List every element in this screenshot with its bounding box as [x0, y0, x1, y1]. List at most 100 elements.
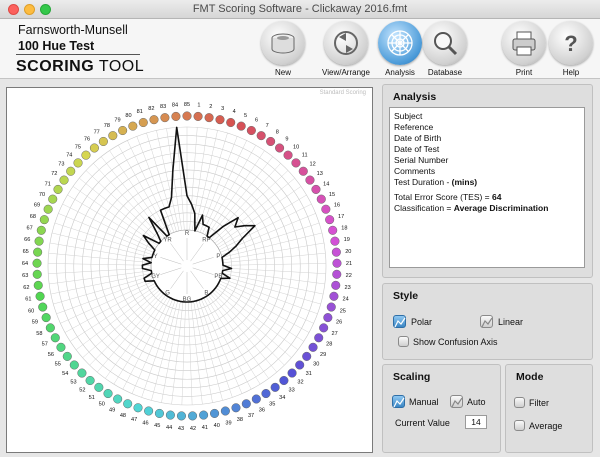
- cap-number-label: 65: [23, 249, 29, 255]
- hue-axis-line: [190, 243, 204, 262]
- hue-cap-38: [231, 403, 241, 413]
- hue-cap-61: [35, 291, 45, 301]
- hue-cap-56: [56, 342, 66, 352]
- cap-number-label: 54: [62, 371, 68, 377]
- hue-cap-4: [226, 117, 236, 128]
- cap-number-label: 36: [259, 408, 265, 414]
- filter-checkbox[interactable]: [514, 397, 525, 408]
- hue-cap-74: [73, 158, 83, 168]
- cap-number-label: 83: [160, 104, 166, 110]
- grid-spoke: [53, 275, 153, 305]
- linear-toggle[interactable]: [480, 315, 493, 328]
- cap-number-label: 40: [214, 423, 220, 429]
- cap-number-label: 18: [341, 225, 347, 231]
- grid-spoke: [85, 170, 162, 242]
- hue-cap-54: [69, 360, 79, 370]
- hue-cap-32: [287, 368, 297, 378]
- cap-number-label: 74: [66, 153, 72, 159]
- hue-cap-1: [193, 111, 203, 121]
- hue-cap-26: [323, 313, 333, 323]
- confusion-axis-checkbox[interactable]: [398, 336, 409, 347]
- polar-toggle[interactable]: [393, 315, 406, 328]
- hue-cap-37: [241, 399, 251, 409]
- grid-spoke: [75, 287, 159, 350]
- linear-label: Linear: [498, 317, 524, 327]
- hue-cap-34: [270, 382, 280, 392]
- hue-cap-36: [251, 394, 261, 404]
- manual-toggle[interactable]: [392, 395, 405, 408]
- current-value-input[interactable]: 14: [465, 415, 487, 429]
- hue-cap-41: [199, 410, 209, 420]
- new-button[interactable]: New: [255, 21, 311, 79]
- hue-cap-16: [321, 204, 331, 214]
- hue-cap-51: [94, 382, 104, 392]
- hue-cap-66: [34, 236, 44, 246]
- analysis-results-box: Subject Reference Date of Birth Date of …: [389, 107, 585, 268]
- cap-number-label: 13: [317, 171, 323, 177]
- style-title: Style: [393, 290, 419, 302]
- hue-cap-27: [319, 323, 329, 333]
- auto-toggle[interactable]: [450, 395, 463, 408]
- cap-number-label: 32: [297, 380, 303, 386]
- hue-cap-42: [187, 411, 198, 421]
- help-button[interactable]: ? Help: [543, 21, 599, 79]
- hue-cap-18: [328, 225, 338, 235]
- hue-cap-46: [144, 406, 154, 416]
- window-title: FMT Scoring Software - Clickaway 2016.fm…: [192, 3, 408, 15]
- hue-cap-75: [81, 150, 91, 160]
- cap-number-label: 51: [89, 395, 95, 401]
- grid-spoke: [141, 299, 176, 398]
- hue-cap-72: [59, 175, 69, 185]
- cap-number-label: 77: [94, 130, 100, 136]
- hue-axis-line: [190, 270, 204, 289]
- cap-number-label: 6: [255, 118, 258, 124]
- cap-number-label: 75: [75, 144, 81, 150]
- hue-cap-60: [38, 302, 48, 312]
- style-panel: Style Polar Linear Show Confusion Axis: [382, 283, 593, 360]
- hue-cap-28: [314, 333, 324, 343]
- grid-spoke: [60, 280, 155, 324]
- scaling-title: Scaling: [393, 371, 431, 383]
- average-checkbox[interactable]: [514, 420, 525, 431]
- hue-cap-50: [103, 388, 113, 399]
- hue-axis-line: [170, 270, 184, 289]
- hue-cap-69: [43, 204, 53, 214]
- hue-axis-line: [170, 243, 184, 262]
- scoring-mode-label: Standard Scoring: [319, 90, 366, 96]
- grid-spoke: [118, 145, 170, 235]
- confusion-axis-label: Show Confusion Axis: [413, 337, 498, 347]
- hue-label-r: R: [185, 231, 190, 237]
- hue-label-p: P: [216, 254, 220, 260]
- hue-cap-70: [48, 194, 58, 204]
- cap-number-label: 8: [276, 130, 279, 136]
- cap-number-label: 84: [172, 102, 178, 108]
- cap-number-label: 50: [99, 402, 105, 408]
- grid-spoke: [210, 293, 277, 373]
- hue-cap-83: [160, 113, 170, 123]
- grid-spoke: [222, 242, 325, 261]
- hue-cap-39: [220, 406, 230, 416]
- cap-number-label: 12: [309, 162, 315, 168]
- cap-number-label: 43: [178, 426, 184, 432]
- cap-number-label: 41: [202, 425, 208, 431]
- cap-number-label: 76: [84, 137, 90, 143]
- database-icon: [423, 21, 467, 65]
- hue-axis-line: [192, 257, 214, 265]
- hue-axis-line: [160, 257, 182, 265]
- grid-spoke: [49, 242, 152, 261]
- hue-cap-22: [332, 269, 342, 279]
- database-button[interactable]: Database: [417, 21, 473, 79]
- view-arrange-button[interactable]: View/Arrange: [318, 21, 374, 79]
- hue-cap-76: [89, 143, 99, 153]
- hue-cap-15: [316, 194, 326, 204]
- hue-cap-73: [66, 166, 76, 176]
- hue-cap-52: [85, 375, 95, 386]
- polar-chart-panel: R RP P PB B BG G GY Y YR 85 1 2 3 4 5 6 7 8 9 10 11 12 13 14 15 16…: [6, 87, 373, 453]
- cap-number-label: 45: [154, 423, 160, 429]
- grid-spoke: [212, 291, 285, 366]
- cap-number-label: 67: [27, 225, 33, 231]
- hue-cap-12: [298, 166, 308, 176]
- cap-number-label: 33: [289, 388, 295, 394]
- cap-number-label: 81: [137, 109, 143, 115]
- new-label: New: [274, 68, 291, 77]
